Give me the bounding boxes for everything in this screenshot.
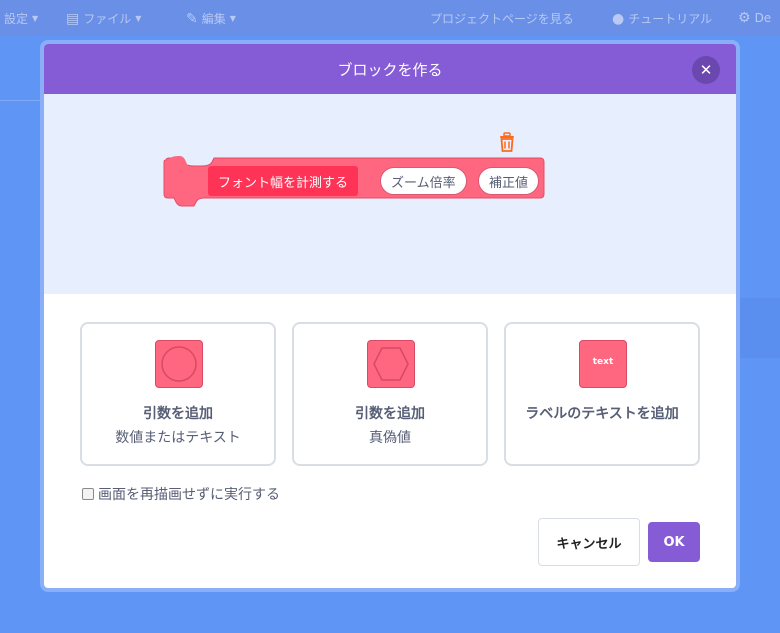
chevron-down-icon: ▼ — [229, 14, 236, 23]
option-title: ラベルのテキストを追加 — [525, 406, 679, 422]
menu-edit-label: 編集 — [201, 12, 226, 26]
text-label-icon-text: text — [592, 357, 614, 367]
menu-edit: ✎ 編集 ▼ — [186, 10, 236, 27]
circle-input-icon — [155, 340, 203, 388]
file-icon: ▤ — [66, 10, 80, 27]
lightbulb-icon: ● — [612, 10, 625, 27]
boolean-input-shape — [373, 347, 409, 381]
block-argument-offset[interactable]: 補正値 — [478, 167, 540, 195]
block-argument-zoom[interactable]: ズーム倍率 — [380, 167, 467, 195]
add-label-text-button[interactable]: text ラベルのテキストを追加 — [504, 322, 700, 466]
add-boolean-input-button[interactable]: 引数を追加 真偽値 — [292, 322, 488, 466]
project-page-label: プロジェクトページを見る — [430, 12, 574, 26]
trash-icon[interactable] — [498, 132, 516, 152]
chevron-down-icon: ▼ — [32, 14, 39, 23]
run-without-refresh-checkbox[interactable] — [82, 488, 94, 500]
option-title: 引数を追加 — [355, 406, 425, 422]
menu-debug-label: De — [754, 11, 772, 25]
chevron-down-icon: ▼ — [135, 14, 142, 23]
close-button[interactable]: ✕ — [692, 56, 720, 84]
background-stage-panel — [736, 298, 780, 358]
option-title: 引数を追加 — [143, 406, 213, 422]
run-without-refresh-row: 画面を再描画せずに実行する — [82, 484, 280, 504]
background-divider — [0, 100, 40, 101]
block-label-input[interactable]: フォント幅を計測する — [208, 166, 359, 196]
menu-file-label: ファイル — [83, 12, 132, 26]
make-block-modal: ブロックを作る ✕ フォント幅を計測する ズーム倍率 補正値 引数を追加 数値ま… — [40, 40, 740, 592]
add-number-text-input-button[interactable]: 引数を追加 数値またはテキスト — [80, 322, 276, 466]
block-preview-area: フォント幅を計測する ズーム倍率 補正値 — [44, 94, 736, 294]
add-options-row: 引数を追加 数値またはテキスト 引数を追加 真偽値 text ラベルのテキストを… — [80, 322, 700, 466]
edit-icon: ✎ — [186, 10, 198, 27]
text-label-icon: text — [579, 340, 627, 388]
option-subtitle: 真偽値 — [369, 430, 411, 446]
option-subtitle: 数値またはテキスト — [115, 430, 241, 446]
menu-project-page: プロジェクトページを見る — [430, 10, 574, 27]
close-icon: ✕ — [699, 60, 713, 79]
menu-settings-label: 設定 — [4, 12, 29, 26]
ok-button[interactable]: OK — [648, 522, 700, 562]
run-without-refresh-label: 画面を再描画せずに実行する — [98, 487, 280, 503]
background-menubar: 設定 ▼ ▤ ファイル ▼ ✎ 編集 ▼ プロジェクトページを見る ● チュート… — [0, 0, 780, 36]
boolean-input-icon — [367, 340, 415, 388]
menu-tutorials-label: チュートリアル — [628, 12, 713, 26]
menu-file: ▤ ファイル ▼ — [66, 10, 141, 27]
modal-header: ブロックを作る ✕ — [44, 44, 736, 94]
modal-title: ブロックを作る — [337, 60, 443, 79]
cancel-button[interactable]: キャンセル — [538, 518, 640, 566]
menu-debug: ⚙ De — [738, 10, 771, 26]
circle-input-shape — [161, 346, 197, 382]
menu-settings: 設定 ▼ — [4, 10, 38, 27]
menu-tutorials: ● チュートリアル — [612, 10, 712, 27]
gear-icon: ⚙ — [738, 10, 751, 26]
